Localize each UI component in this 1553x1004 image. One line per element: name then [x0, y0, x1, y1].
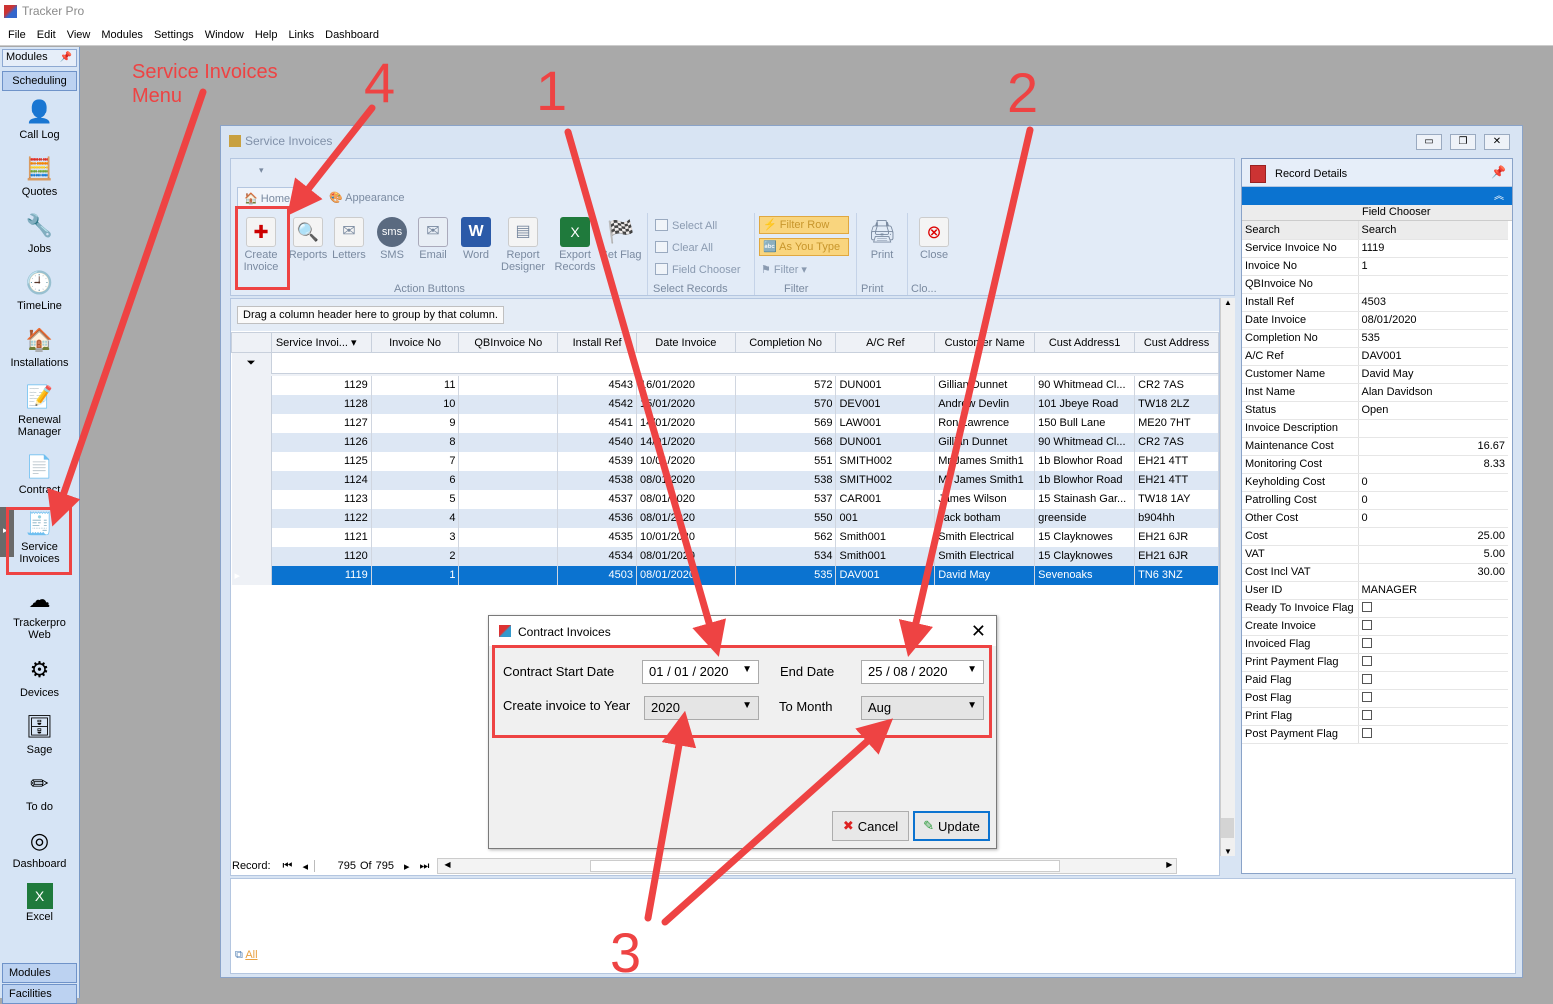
- arrow-to-end-date: [898, 126, 1034, 658]
- arrow-to-create-invoice: [287, 104, 376, 216]
- annotation-arrows: [47, 88, 1034, 926]
- arrow-to-start-date: [564, 128, 726, 657]
- arrow-to-service-invoices: [47, 88, 207, 527]
- arrow-to-month: [661, 718, 894, 926]
- arrow-to-year: [644, 710, 697, 922]
